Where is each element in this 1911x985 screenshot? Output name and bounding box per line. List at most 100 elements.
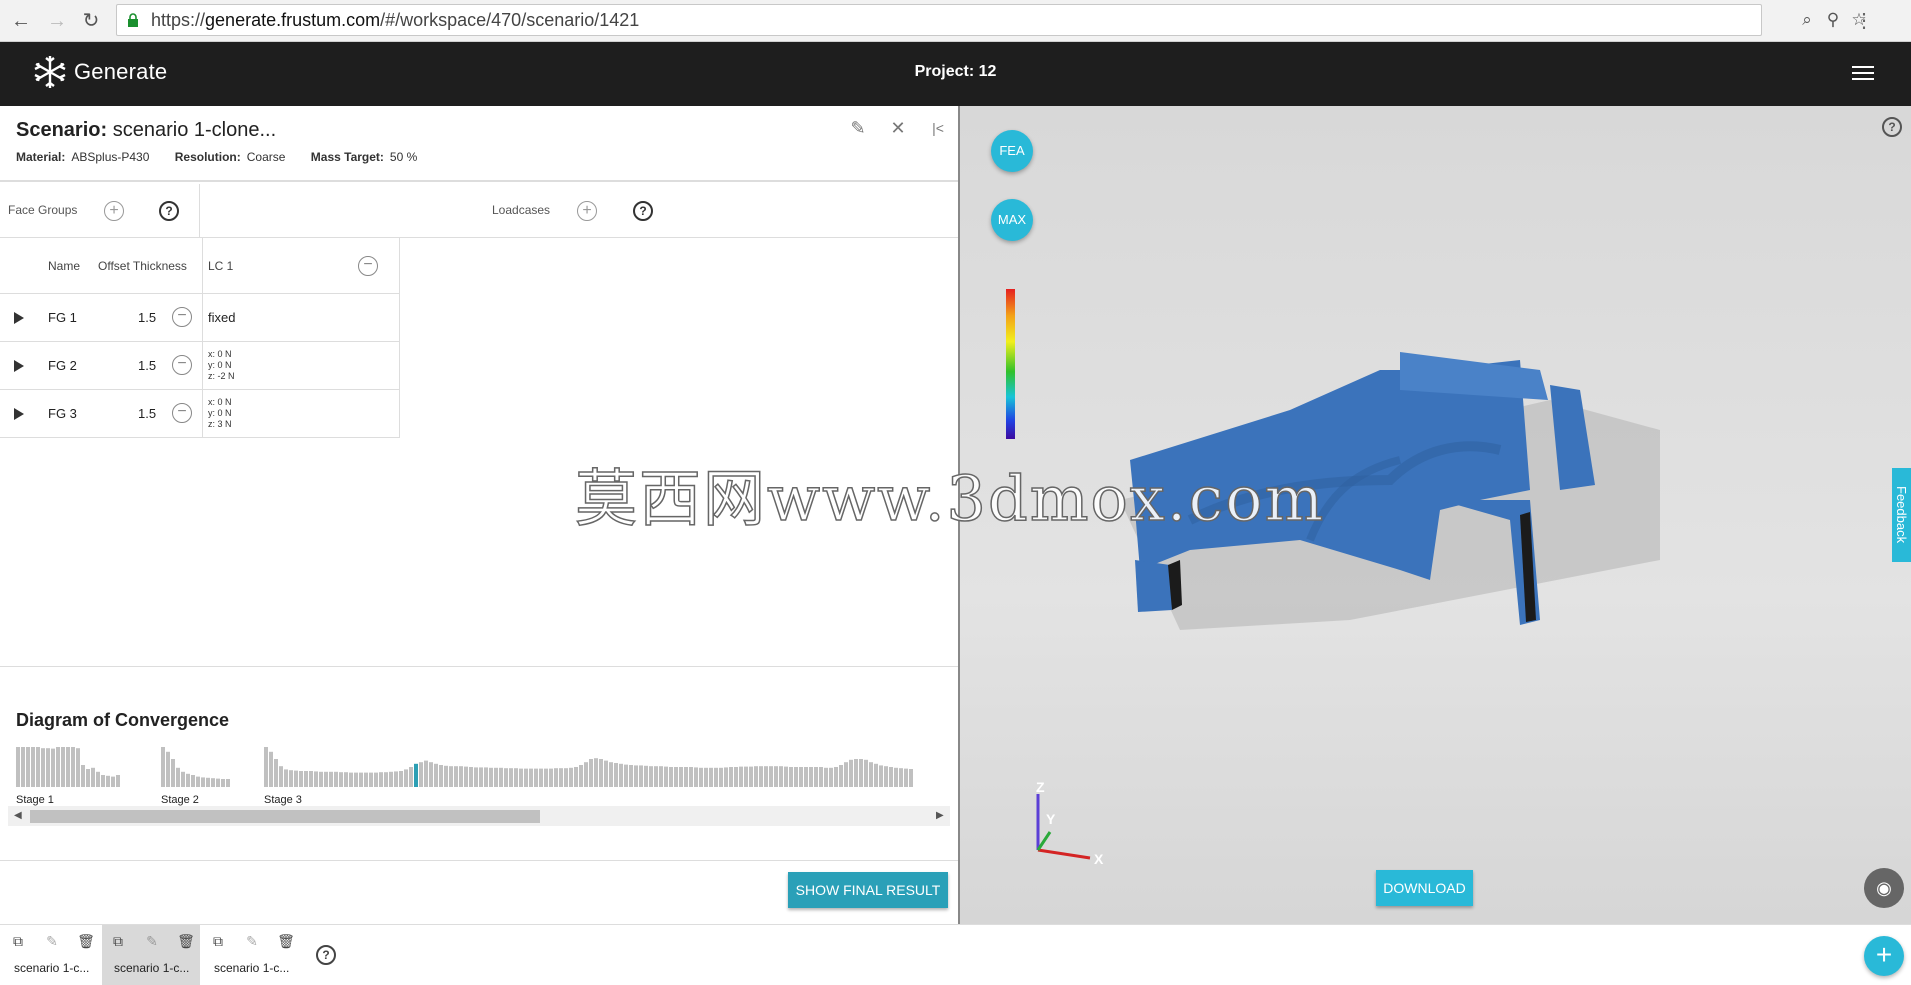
convergence-bar[interactable] (889, 767, 893, 787)
convergence-bar[interactable] (399, 771, 403, 787)
convergence-bar[interactable] (499, 767, 503, 787)
convergence-bar[interactable] (514, 768, 518, 787)
edit-pencil-icon[interactable]: ✎ (42, 931, 62, 951)
convergence-bar[interactable] (196, 776, 200, 787)
convergence-bar[interactable] (221, 779, 225, 787)
convergence-bar[interactable] (549, 768, 553, 787)
convergence-bar[interactable] (854, 759, 858, 787)
convergence-bar[interactable] (51, 748, 55, 787)
convergence-bar[interactable] (604, 760, 608, 787)
convergence-bar[interactable] (176, 767, 180, 787)
convergence-bar[interactable] (909, 769, 913, 787)
convergence-bar[interactable] (899, 768, 903, 787)
convergence-bar[interactable] (459, 766, 463, 787)
convergence-bar[interactable] (374, 772, 378, 787)
convergence-bar[interactable] (539, 768, 543, 787)
convergence-bar[interactable] (894, 767, 898, 787)
feedback-tab[interactable]: Feedback (1892, 468, 1911, 562)
convergence-bar[interactable] (594, 758, 598, 787)
convergence-bar[interactable] (764, 766, 768, 787)
convergence-bar[interactable] (444, 765, 448, 787)
copy-icon[interactable]: ⧉ (8, 931, 28, 951)
convergence-bar[interactable] (509, 768, 513, 787)
convergence-bar[interactable] (789, 767, 793, 787)
table-row[interactable]: FG 1 1.5 − fixed (0, 294, 400, 342)
convergence-bar[interactable] (76, 748, 80, 787)
convergence-bar[interactable] (384, 772, 388, 787)
convergence-bar[interactable] (319, 771, 323, 787)
reload-icon[interactable]: ↻ (78, 8, 104, 34)
expand-triangle-icon[interactable] (14, 360, 24, 372)
convergence-bar[interactable] (294, 770, 298, 787)
convergence-bar[interactable] (464, 766, 468, 787)
address-bar[interactable]: https://generate.frustum.com/#/workspace… (116, 4, 1867, 36)
convergence-bar[interactable] (774, 766, 778, 787)
convergence-bar[interactable] (534, 768, 538, 787)
extension-icon[interactable]: ⚲ (1823, 10, 1843, 30)
convergence-bar[interactable] (16, 747, 20, 787)
convergence-bar[interactable] (106, 775, 110, 787)
convergence-bar[interactable] (206, 777, 210, 787)
offset-thickness[interactable]: 1.5 (138, 310, 156, 325)
convergence-bar[interactable] (724, 767, 728, 787)
convergence-bar[interactable] (729, 767, 733, 787)
convergence-bar[interactable] (289, 770, 293, 787)
add-loadcase-icon[interactable]: + (577, 201, 597, 221)
convergence-bar[interactable] (659, 766, 663, 787)
convergence-bar[interactable] (334, 771, 338, 787)
viewer-help-icon[interactable]: ? (1882, 117, 1902, 137)
convergence-bar[interactable] (704, 767, 708, 787)
convergence-bar[interactable] (524, 768, 528, 787)
convergence-bar[interactable] (354, 772, 358, 787)
convergence-bar[interactable] (91, 767, 95, 787)
convergence-bar[interactable] (56, 747, 60, 787)
zoom-icon[interactable]: ⌕ (1797, 10, 1817, 30)
scenario-tab[interactable]: ⧉ ✎ 🗑 scenario 1-c... (202, 925, 300, 985)
convergence-bar[interactable] (389, 771, 393, 787)
convergence-bar[interactable] (779, 766, 783, 787)
convergence-bar[interactable] (279, 766, 283, 787)
convergence-bar[interactable] (201, 777, 205, 787)
convergence-bar[interactable] (634, 765, 638, 787)
convergence-bar[interactable] (364, 772, 368, 787)
trash-icon[interactable]: 🗑 (276, 931, 296, 951)
offset-thickness[interactable]: 1.5 (138, 406, 156, 421)
eye-visibility-icon[interactable]: ◉ (1864, 868, 1904, 908)
convergence-bar[interactable] (624, 764, 628, 787)
trash-icon[interactable]: 🗑 (176, 931, 196, 951)
convergence-bar[interactable] (864, 759, 868, 787)
convergence-bar[interactable] (474, 767, 478, 787)
convergence-bar[interactable] (699, 767, 703, 787)
convergence-bar[interactable] (191, 775, 195, 787)
show-final-result-button[interactable]: SHOW FINAL RESULT (788, 872, 948, 908)
convergence-bar[interactable] (489, 767, 493, 787)
convergence-bar[interactable] (844, 762, 848, 787)
convergence-bar[interactable] (834, 767, 838, 787)
convergence-bar[interactable] (824, 767, 828, 787)
convergence-bar[interactable] (879, 765, 883, 787)
convergence-bar[interactable] (66, 747, 70, 787)
convergence-bar[interactable] (609, 762, 613, 787)
convergence-bar[interactable] (469, 767, 473, 787)
convergence-bar[interactable] (559, 768, 563, 787)
convergence-bar[interactable] (574, 767, 578, 787)
edit-pencil-icon[interactable]: ✎ (846, 116, 870, 140)
convergence-bar[interactable] (904, 768, 908, 787)
fea-button[interactable]: FEA (991, 130, 1033, 172)
convergence-bar[interactable] (689, 767, 693, 787)
loadcases-help-icon[interactable]: ? (633, 201, 653, 221)
convergence-bar[interactable] (674, 767, 678, 787)
remove-face-group-icon[interactable]: − (172, 355, 192, 375)
scenario-tab[interactable]: ⧉ ✎ 🗑 scenario 1-c... (2, 925, 100, 985)
offset-thickness[interactable]: 1.5 (138, 358, 156, 373)
remove-face-group-icon[interactable]: − (172, 307, 192, 327)
convergence-bar[interactable] (554, 768, 558, 787)
convergence-bar[interactable] (414, 763, 418, 787)
scenario-tab-active[interactable]: ⧉ ✎ 🗑 scenario 1-c... (102, 925, 200, 985)
convergence-bar[interactable] (429, 762, 433, 787)
convergence-bar[interactable] (449, 766, 453, 787)
convergence-bar[interactable] (749, 766, 753, 787)
convergence-bar[interactable] (171, 759, 175, 787)
convergence-bar[interactable] (719, 767, 723, 787)
convergence-bar[interactable] (849, 759, 853, 787)
